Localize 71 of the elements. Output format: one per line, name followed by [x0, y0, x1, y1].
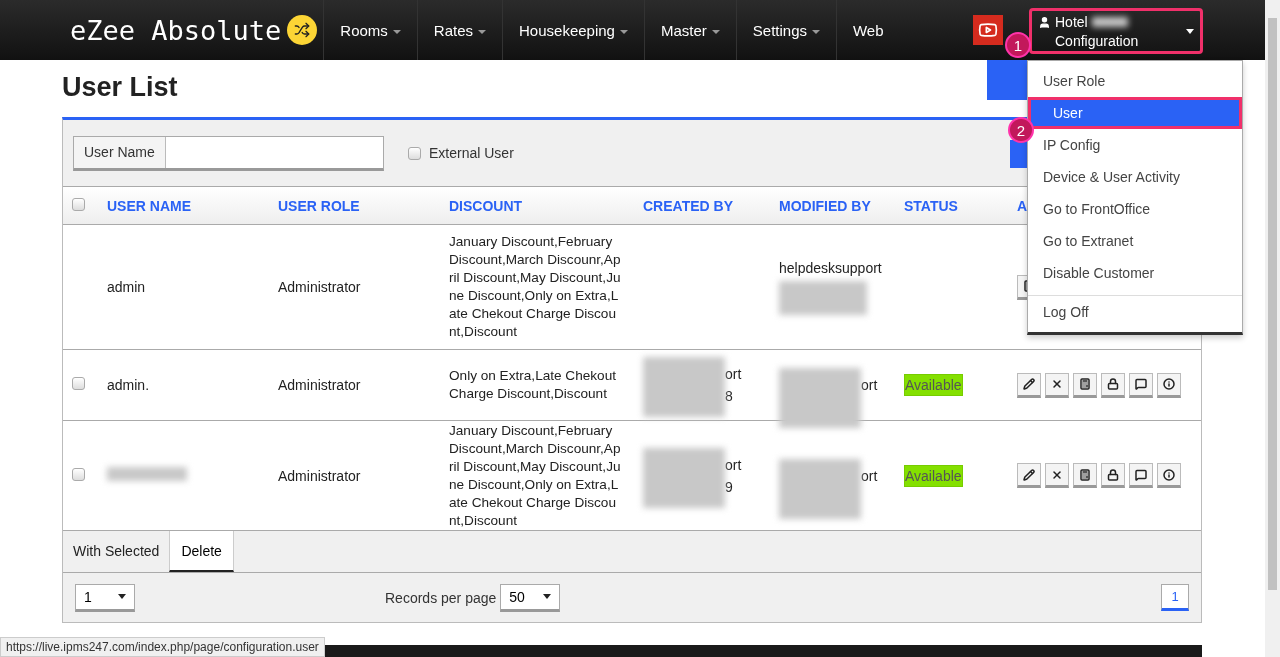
table-cell-text: Administrator: [277, 376, 362, 394]
nav-menu[interactable]: Rates: [416, 0, 503, 60]
youtube-icon[interactable]: [973, 15, 1003, 45]
scrollbar[interactable]: [1268, 18, 1277, 590]
info-icon[interactable]: [1157, 463, 1181, 488]
account-menu[interactable]: Hotel Configuration: [1029, 8, 1203, 54]
page-button[interactable]: 1: [1161, 584, 1189, 611]
delete-button[interactable]: Delete: [169, 531, 234, 572]
column-header: CREATED BY: [643, 197, 733, 214]
table-cell-text: January Discount,February Discount,March Discounr,April Discount,May Discount,June Discount,Only on Extra,Late Chekout Charge Discount,Discount: [448, 421, 622, 530]
column-header: STATUS: [904, 197, 958, 214]
checkbox[interactable]: [72, 377, 85, 390]
table-cell-text: ort: [724, 365, 742, 383]
menu-item[interactable]: User Role: [1028, 65, 1242, 97]
shuffle-icon[interactable]: [287, 15, 318, 45]
page-select[interactable]: 1: [75, 583, 135, 612]
checkbox[interactable]: [408, 146, 421, 160]
lock-icon[interactable]: [1101, 372, 1125, 398]
caret-icon: [118, 594, 126, 599]
table-cell-text: admin: [106, 278, 147, 296]
status-url: https://live.ipms247.com/index.php/page/configuration.user: [0, 637, 325, 657]
table-cell-text: ort: [860, 466, 878, 485]
checkbox-label: External User: [429, 145, 514, 161]
checkbox[interactable]: [72, 467, 85, 481]
records-select[interactable]: 50: [500, 583, 561, 612]
user-icon: [1038, 16, 1051, 29]
table-cell-text: 9: [724, 477, 733, 496]
caret-icon: [543, 594, 552, 599]
lock-icon[interactable]: [1101, 463, 1125, 488]
menu-item[interactable]: Log Off: [1028, 295, 1242, 328]
records-label: Records per page: [385, 589, 497, 606]
nav-menu[interactable]: Master: [643, 0, 736, 60]
table-cell-text: Administrator: [277, 278, 362, 296]
bulk-label: With Selected: [72, 542, 161, 561]
comment-icon[interactable]: [1129, 372, 1153, 398]
table-cell-text: 8: [724, 387, 733, 405]
page-title: User List: [62, 71, 178, 104]
table-cell-text: Only on Extra,Late Chekout Charge Discount,Discount: [448, 367, 617, 403]
user-name-field[interactable]: User Name: [73, 135, 384, 171]
nav-menu[interactable]: Settings: [735, 0, 836, 60]
column-header: USER NAME: [107, 197, 191, 214]
calculator-icon[interactable]: [1073, 463, 1097, 488]
table-cell-text: ort: [724, 455, 742, 474]
table-cell-text: January Discount,February Discount,March Discounr,April Discount,May Discount,June Discount,Only on Extra,Late Chekout Charge Discount,Discount: [448, 233, 622, 341]
table-cell-text: ort: [860, 376, 878, 394]
menu-item[interactable]: Device & User Activity: [1028, 161, 1242, 193]
column-header: MODIFIED BY: [779, 197, 871, 214]
nav-menu[interactable]: Rooms: [323, 0, 417, 60]
edit-icon[interactable]: [1017, 372, 1041, 398]
table-cell-text: admin.: [106, 376, 151, 394]
column-header: A: [1017, 197, 1028, 214]
calculator-icon[interactable]: [1073, 372, 1097, 398]
column-header: USER ROLE: [278, 197, 360, 214]
status-badge: Available: [904, 464, 963, 487]
menu-item[interactable]: User: [1028, 97, 1242, 129]
delete-icon[interactable]: [1045, 463, 1069, 488]
menu-item[interactable]: Go to Extranet: [1028, 225, 1242, 257]
logo: eZee Absolute: [70, 14, 282, 46]
checkbox[interactable]: [72, 197, 85, 211]
menu-item[interactable]: Go to FrontOffice: [1028, 193, 1242, 225]
status-badge: Available: [904, 374, 963, 396]
nav-menu[interactable]: Web: [836, 0, 900, 60]
comment-icon[interactable]: [1129, 463, 1153, 488]
delete-icon[interactable]: [1045, 372, 1069, 398]
info-icon[interactable]: [1157, 372, 1181, 398]
edit-icon[interactable]: [1017, 463, 1041, 488]
menu-item[interactable]: Disable Customer: [1028, 257, 1242, 289]
table-cell-text: Administrator: [277, 466, 362, 485]
column-header: DISCOUNT: [449, 197, 523, 214]
table-cell: helpdesksupport: [779, 259, 882, 277]
nav-menu[interactable]: Housekeeping: [502, 0, 644, 60]
